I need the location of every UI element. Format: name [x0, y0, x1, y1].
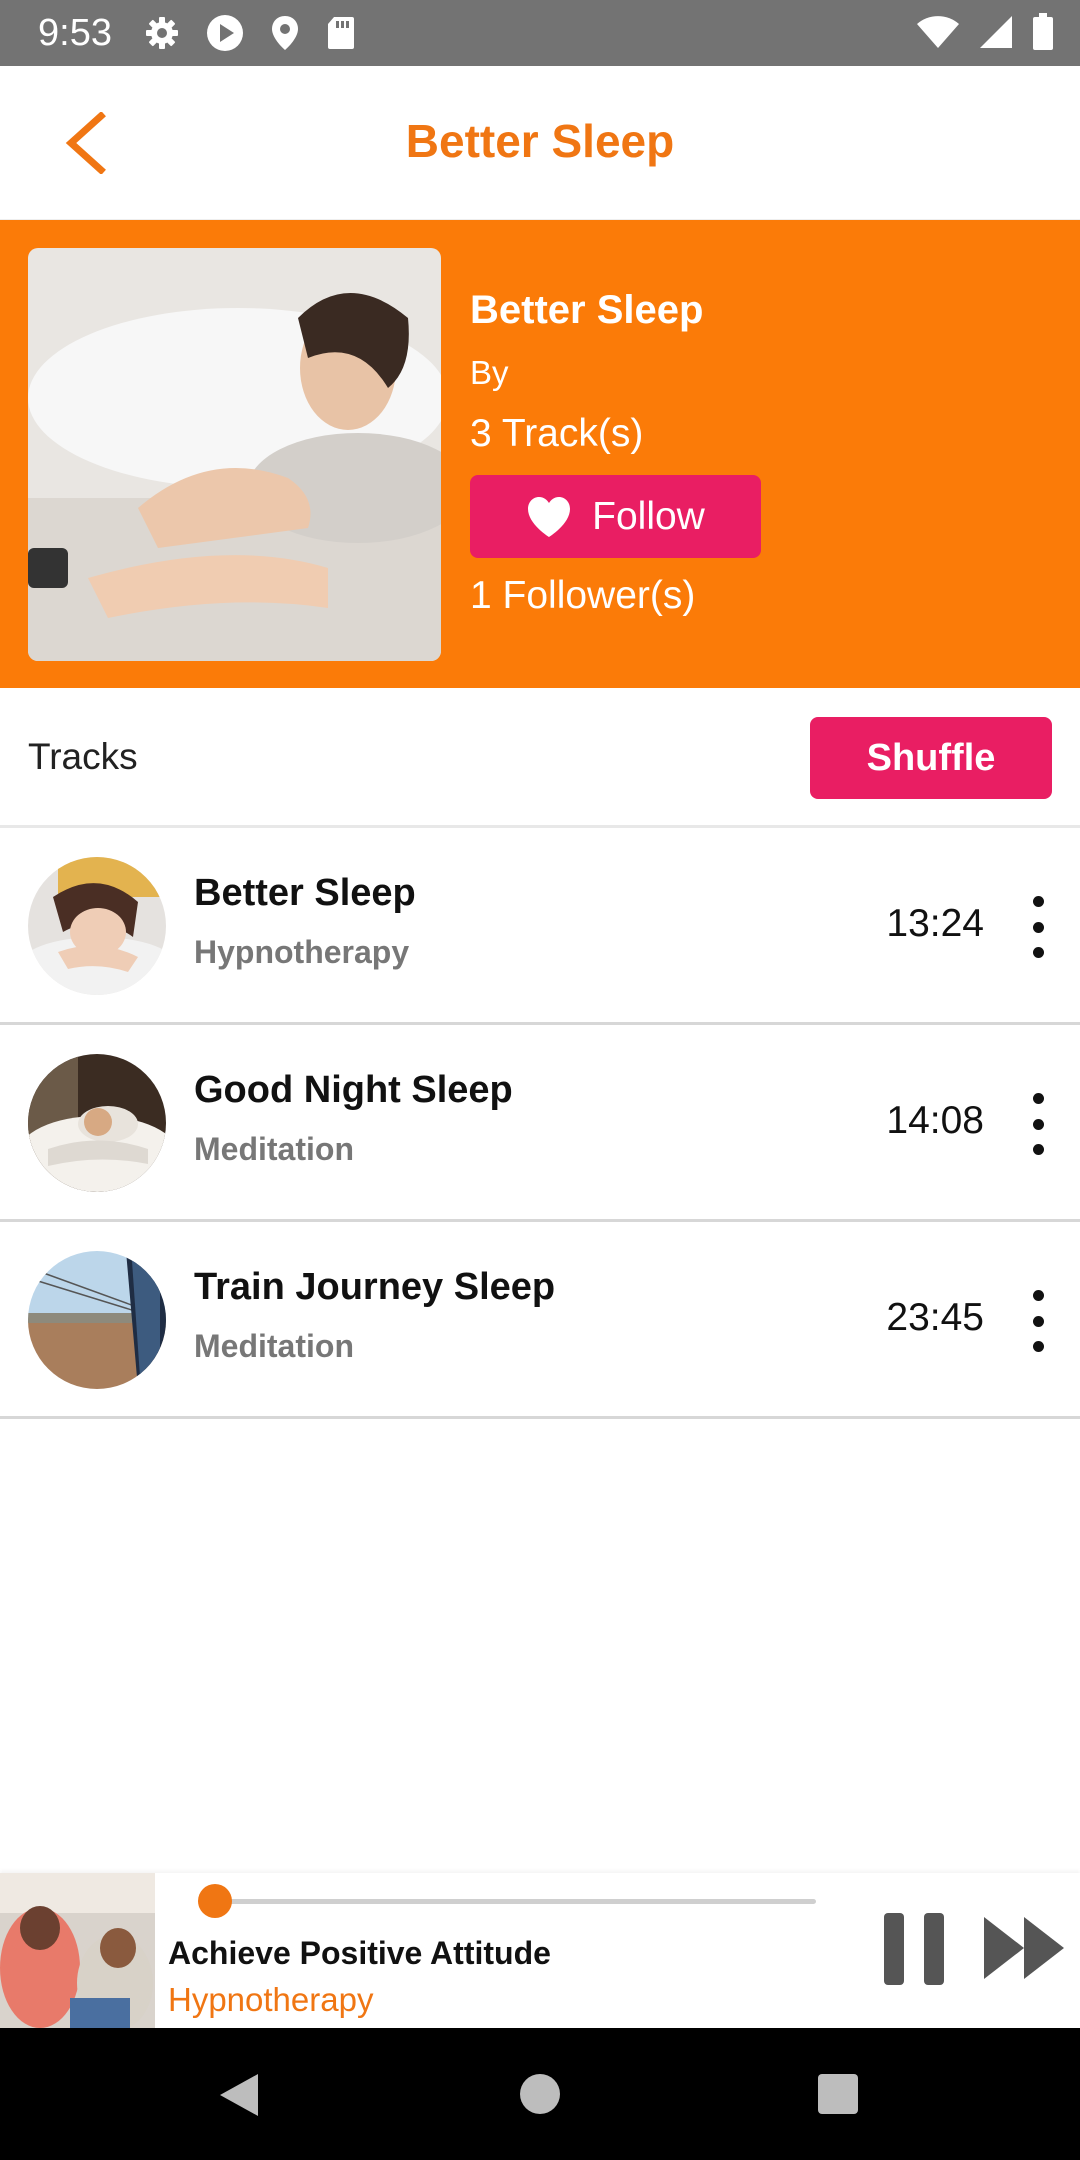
- nav-recents-icon[interactable]: [818, 2074, 858, 2114]
- playlist-cover-image: [28, 248, 441, 661]
- tracks-bar: Tracks Shuffle: [0, 688, 1080, 828]
- sd-card-icon: [328, 17, 354, 49]
- signal-icon: [980, 16, 1012, 48]
- heart-icon: [528, 496, 571, 537]
- more-options-icon[interactable]: [1016, 1089, 1060, 1159]
- now-playing-title: Achieve Positive Attitude: [168, 1935, 551, 1971]
- track-thumbnail: [28, 1054, 166, 1192]
- status-icons-right: [916, 12, 1054, 52]
- track-category: Meditation: [194, 1131, 354, 1167]
- play-icon: [207, 15, 243, 51]
- nav-back-icon[interactable]: [218, 2072, 260, 2118]
- fast-forward-icon[interactable]: [984, 1915, 1066, 1981]
- playlist-header: Better Sleep By 3 Track(s) Follow 1 Foll…: [0, 220, 1080, 688]
- track-duration: 23:45: [886, 1296, 984, 1339]
- pause-button[interactable]: [884, 1913, 944, 1985]
- shuffle-button[interactable]: Shuffle: [810, 717, 1052, 799]
- track-row[interactable]: Good Night Sleep Meditation 14:08: [0, 1025, 1080, 1222]
- more-options-icon[interactable]: [1016, 1286, 1060, 1356]
- playlist-title: Better Sleep: [470, 288, 704, 332]
- track-row[interactable]: Train Journey Sleep Meditation 23:45: [0, 1222, 1080, 1419]
- page-title: Better Sleep: [405, 115, 675, 167]
- playlist-followers: 1 Follower(s): [470, 574, 696, 617]
- track-thumbnail: [28, 1251, 166, 1389]
- follow-button[interactable]: Follow: [470, 475, 761, 558]
- app-bar: Better Sleep: [0, 66, 1080, 220]
- track-row[interactable]: Better Sleep Hypnotherapy 13:24: [0, 828, 1080, 1025]
- tracks-label: Tracks: [28, 736, 138, 777]
- track-duration: 13:24: [886, 902, 984, 945]
- playlist-author: By: [470, 354, 509, 391]
- track-title: Train Journey Sleep: [194, 1266, 556, 1308]
- location-pin-icon: [272, 16, 298, 50]
- now-playing-thumbnail: [0, 1873, 155, 2028]
- follow-label: Follow: [592, 494, 705, 538]
- track-category: Hypnotherapy: [194, 934, 410, 970]
- track-title: Good Night Sleep: [194, 1069, 513, 1111]
- status-icons-left: [144, 14, 356, 52]
- gear-icon: [146, 17, 178, 49]
- track-title: Better Sleep: [194, 872, 416, 914]
- status-bar: 9:53: [0, 0, 1080, 66]
- battery-icon: [1033, 13, 1053, 50]
- more-options-icon[interactable]: [1016, 892, 1060, 962]
- seek-handle[interactable]: [198, 1884, 233, 1918]
- system-nav-bar: [0, 2028, 1080, 2160]
- track-thumbnail: [28, 857, 166, 995]
- mini-player[interactable]: Achieve Positive Attitude Hypnotherapy: [0, 1873, 1080, 2028]
- seek-bar[interactable]: [198, 1884, 816, 1918]
- track-category: Meditation: [194, 1328, 354, 1364]
- track-duration: 14:08: [886, 1099, 984, 1142]
- nav-home-icon[interactable]: [520, 2074, 560, 2114]
- wifi-icon: [917, 16, 959, 48]
- status-time: 9:53: [38, 12, 112, 54]
- now-playing-category: Hypnotherapy: [168, 1981, 374, 2018]
- playlist-track-count: 3 Track(s): [470, 412, 644, 455]
